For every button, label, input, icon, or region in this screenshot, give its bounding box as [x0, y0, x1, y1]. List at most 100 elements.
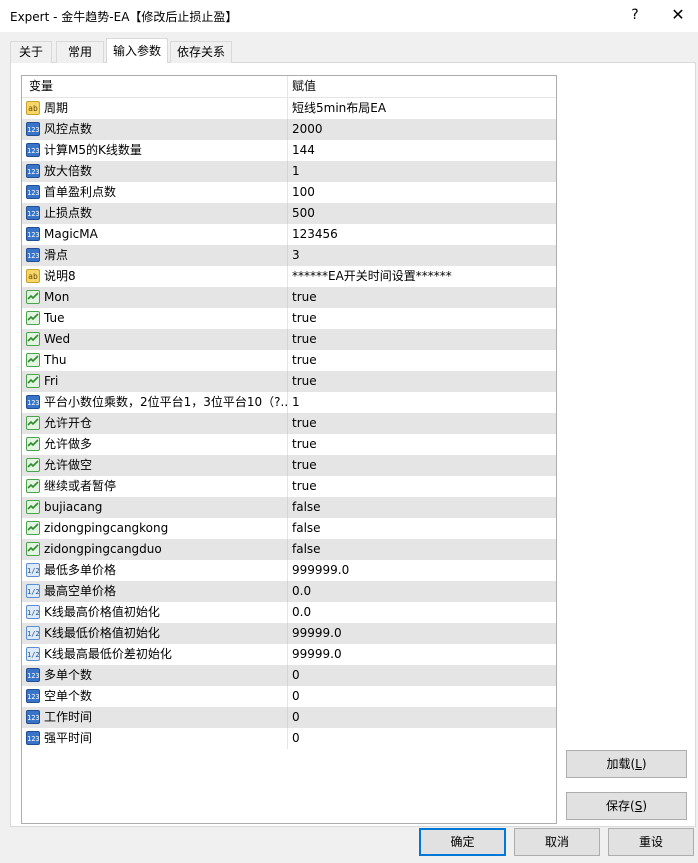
param-value[interactable]: 0.0 — [292, 581, 552, 602]
table-row[interactable]: 123 滑点 3 — [22, 245, 556, 266]
column-divider — [287, 728, 288, 749]
column-header-value[interactable]: 赋值 — [292, 76, 316, 97]
tab-dependencies[interactable]: 依存关系 — [170, 41, 232, 63]
tab-about[interactable]: 关于 — [10, 41, 52, 63]
table-row[interactable]: Fri true — [22, 371, 556, 392]
table-row[interactable]: ab 说明8 ******EA开关时间设置****** — [22, 266, 556, 287]
close-button[interactable]: ✕ — [664, 4, 692, 26]
param-value[interactable]: false — [292, 518, 552, 539]
table-row[interactable]: ab 周期 短线5min布局EA — [22, 98, 556, 119]
param-value[interactable]: 999999.0 — [292, 560, 552, 581]
column-divider — [287, 266, 288, 287]
param-value[interactable]: 1 — [292, 392, 552, 413]
table-row[interactable]: 123 止损点数 500 — [22, 203, 556, 224]
param-value[interactable]: 2000 — [292, 119, 552, 140]
param-value[interactable]: ******EA开关时间设置****** — [292, 266, 552, 287]
table-row[interactable]: 1/2 最低多单价格 999999.0 — [22, 560, 556, 581]
column-divider — [287, 350, 288, 371]
column-header-variable[interactable]: 变量 — [29, 76, 53, 97]
table-row[interactable]: 允许开仓 true — [22, 413, 556, 434]
param-value[interactable]: true — [292, 350, 552, 371]
param-name: Thu — [44, 353, 67, 367]
double-type-icon: 1/2 — [26, 626, 40, 640]
param-value[interactable]: 144 — [292, 140, 552, 161]
column-divider — [287, 329, 288, 350]
table-row[interactable]: bujiacang false — [22, 497, 556, 518]
param-value[interactable]: 0.0 — [292, 602, 552, 623]
table-row[interactable]: 123 首单盈利点数 100 — [22, 182, 556, 203]
param-value[interactable]: 99999.0 — [292, 644, 552, 665]
param-value[interactable]: false — [292, 497, 552, 518]
table-row[interactable]: Wed true — [22, 329, 556, 350]
ok-button[interactable]: 确定 — [419, 828, 506, 856]
param-value[interactable]: true — [292, 329, 552, 350]
table-row[interactable]: 1/2 K线最高价格值初始化 0.0 — [22, 602, 556, 623]
bool-type-icon — [26, 458, 40, 472]
param-name: 继续或者暂停 — [44, 479, 117, 493]
table-row[interactable]: 继续或者暂停 true — [22, 476, 556, 497]
table-row[interactable]: 123 放大倍数 1 — [22, 161, 556, 182]
param-name: Fri — [44, 374, 59, 388]
table-row[interactable]: 123 MagicMA 123456 — [22, 224, 556, 245]
table-row[interactable]: zidongpingcangduo false — [22, 539, 556, 560]
table-row[interactable]: 123 空单个数 0 — [22, 686, 556, 707]
parameters-table[interactable]: 变量 赋值 ab 周期 短线5min布局EA 123 风控点数 2000 123 计算M5的K… — [21, 75, 557, 824]
param-value[interactable]: true — [292, 413, 552, 434]
param-value[interactable]: 1 — [292, 161, 552, 182]
param-value[interactable]: 0 — [292, 665, 552, 686]
table-row[interactable]: 允许做多 true — [22, 434, 556, 455]
table-row[interactable]: 123 工作时间 0 — [22, 707, 556, 728]
table-row[interactable]: 1/2 K线最低价格值初始化 99999.0 — [22, 623, 556, 644]
column-divider — [287, 686, 288, 707]
column-divider — [287, 245, 288, 266]
table-row[interactable]: Thu true — [22, 350, 556, 371]
param-value[interactable]: 123456 — [292, 224, 552, 245]
cancel-button[interactable]: 取消 — [514, 828, 600, 856]
integer-type-icon: 123 — [26, 143, 40, 157]
bool-type-icon — [26, 437, 40, 451]
table-row[interactable]: 123 平台小数位乘数，2位平台1，3位平台10（?... 1 — [22, 392, 556, 413]
param-name: 允许开仓 — [44, 416, 93, 430]
save-button[interactable]: 保存(S) — [566, 792, 687, 820]
table-row[interactable]: zidongpingcangkong false — [22, 518, 556, 539]
tab-common[interactable]: 常用 — [56, 41, 104, 63]
table-row[interactable]: 123 风控点数 2000 — [22, 119, 556, 140]
table-row[interactable]: 123 计算M5的K线数量 144 — [22, 140, 556, 161]
integer-type-icon: 123 — [26, 248, 40, 262]
column-divider[interactable] — [287, 76, 288, 97]
param-value[interactable]: 0 — [292, 686, 552, 707]
table-row[interactable]: 1/2 最高空单价格 0.0 — [22, 581, 556, 602]
table-row[interactable]: 123 强平时间 0 — [22, 728, 556, 749]
param-value[interactable]: true — [292, 476, 552, 497]
reset-button[interactable]: 重设 — [608, 828, 694, 856]
param-value[interactable]: 3 — [292, 245, 552, 266]
column-divider — [287, 707, 288, 728]
table-row[interactable]: 允许做空 true — [22, 455, 556, 476]
column-divider — [287, 434, 288, 455]
bool-type-icon — [26, 479, 40, 493]
param-value[interactable]: 100 — [292, 182, 552, 203]
param-value[interactable]: 99999.0 — [292, 623, 552, 644]
table-row[interactable]: Tue true — [22, 308, 556, 329]
param-value[interactable]: true — [292, 371, 552, 392]
param-name: 风控点数 — [44, 122, 93, 136]
table-row[interactable]: 1/2 K线最高最低价差初始化 99999.0 — [22, 644, 556, 665]
param-value[interactable]: true — [292, 434, 552, 455]
tab-inputs[interactable]: 输入参数 — [106, 38, 168, 63]
param-value[interactable]: 500 — [292, 203, 552, 224]
table-row[interactable]: 123 多单个数 0 — [22, 665, 556, 686]
param-value[interactable]: 0 — [292, 707, 552, 728]
param-value[interactable]: 0 — [292, 728, 552, 749]
help-button[interactable]: ? — [621, 4, 649, 26]
param-name: 强平时间 — [44, 731, 93, 745]
table-row[interactable]: Mon true — [22, 287, 556, 308]
param-value[interactable]: 短线5min布局EA — [292, 98, 552, 119]
param-value[interactable]: false — [292, 539, 552, 560]
param-value[interactable]: true — [292, 308, 552, 329]
column-divider — [287, 539, 288, 560]
param-name: 工作时间 — [44, 710, 93, 724]
param-value[interactable]: true — [292, 455, 552, 476]
param-value[interactable]: true — [292, 287, 552, 308]
column-divider — [287, 497, 288, 518]
load-button[interactable]: 加载(L) — [566, 750, 687, 778]
